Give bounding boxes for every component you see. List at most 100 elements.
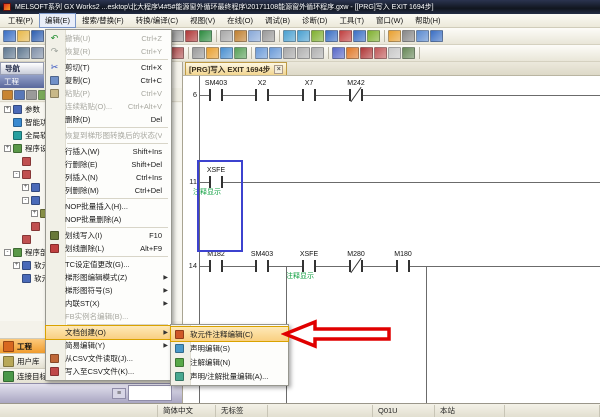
tree-expand-icon[interactable]: +	[31, 210, 38, 217]
toolbar-icon[interactable]	[311, 30, 324, 42]
toolbar-icon[interactable]	[283, 47, 296, 59]
toolbar-icon[interactable]	[3, 47, 16, 59]
tree-expand-icon[interactable]: +	[4, 106, 11, 113]
toolbar-icon[interactable]	[234, 30, 247, 42]
toolbar-icon[interactable]	[171, 30, 184, 42]
toolbar-icon[interactable]	[402, 30, 415, 42]
toolbar-icon[interactable]	[248, 30, 261, 42]
toolbar-icon[interactable]	[367, 30, 380, 42]
contact-normally-closed[interactable]	[349, 260, 363, 272]
contact-normally-open[interactable]	[255, 89, 269, 101]
toolbar-icon[interactable]	[185, 30, 198, 42]
menu-item-generic[interactable]: 列插入(N) Ctrl+Ins	[46, 171, 171, 184]
menu-item-generic[interactable]: 复制(C) Ctrl+C	[46, 74, 171, 87]
toolbar-icon[interactable]	[332, 47, 345, 59]
submenu-item-device-comment-edit[interactable]: 软元件注释编辑(C)	[170, 326, 289, 342]
toolbar-icon[interactable]	[297, 30, 310, 42]
contact-normally-open[interactable]	[255, 260, 269, 272]
menu-item-generic[interactable]: 写入至CSV文件(K)...	[46, 365, 171, 378]
nav-toolbar-icon[interactable]	[14, 89, 25, 100]
toolbar-icon[interactable]	[297, 47, 310, 59]
menu-bar-item[interactable]: 视图(V)	[184, 13, 221, 28]
menu-bar-item[interactable]: 在线(O)	[221, 13, 259, 28]
toolbar-icon[interactable]	[220, 30, 233, 42]
splitter-button[interactable]: ≡	[112, 388, 126, 399]
menu-item-generic[interactable]: ↷ 恢复(R) Ctrl+Y	[46, 45, 171, 58]
menu-item-generic[interactable]: 行插入(W) Shift+Ins	[46, 145, 171, 158]
document-tab[interactable]: [PRG]写入 EXIT 1694步 ×	[185, 62, 288, 75]
menu-bar-item[interactable]: 转换/编译(C)	[130, 13, 185, 28]
toolbar-icon[interactable]	[171, 47, 184, 59]
tab-close-icon[interactable]: ×	[274, 64, 284, 74]
menu-bar-item[interactable]: 调试(B)	[259, 13, 296, 28]
menu-bar-item[interactable]: 搜索/替换(F)	[76, 13, 130, 28]
toolbar-icon[interactable]	[234, 47, 247, 59]
menu-item-generic[interactable]: 从CSV文件读取(J)...	[46, 352, 171, 365]
menu-item-generic[interactable]: 梯形图编辑模式(Z) ▶	[46, 271, 171, 284]
submenu-item[interactable]: 注解编辑(N)	[171, 355, 288, 369]
toolbar-icon[interactable]	[325, 30, 338, 42]
toolbar-icon[interactable]	[31, 47, 44, 59]
toolbar-icon[interactable]	[262, 30, 275, 42]
menu-item-generic[interactable]: ↶ 撤销(U) Ctrl+Z	[46, 32, 171, 45]
tree-expand-icon[interactable]: +	[13, 262, 20, 269]
menu-item-generic[interactable]: NOP批量删除(A)	[46, 213, 171, 226]
toolbar-icon[interactable]	[199, 30, 212, 42]
menu-bar-item[interactable]: 工具(T)	[333, 13, 370, 28]
toolbar-icon[interactable]	[206, 47, 219, 59]
submenu-item[interactable]: 声明/注解批量编辑(A)...	[171, 369, 288, 383]
toolbar-icon[interactable]	[17, 30, 30, 42]
tree-expand-icon[interactable]: -	[22, 197, 29, 204]
toolbar-icon[interactable]	[353, 30, 366, 42]
toolbar-icon[interactable]	[311, 47, 324, 59]
menu-item-generic[interactable]: 删除(D) Del	[46, 113, 171, 126]
menu-item-generic[interactable]: 恢复到梯形图转换后的状态(V)	[46, 129, 171, 142]
menu-item-generic[interactable]: 列删除(M) Ctrl+Del	[46, 184, 171, 197]
tree-expand-icon[interactable]: -	[13, 171, 20, 178]
contact-normally-open[interactable]	[396, 260, 410, 272]
menu-item-generic[interactable]: FB实例名编辑(B)...	[46, 310, 171, 323]
toolbar-icon[interactable]	[255, 47, 268, 59]
menu-item-document-creation[interactable]: 文档创建(O) ▶	[45, 325, 172, 340]
menu-bar-item[interactable]: 诊断(D)	[296, 13, 333, 28]
tree-expand-icon[interactable]: -	[4, 249, 11, 256]
menu-item-generic[interactable]: 内联ST(X) ▶	[46, 297, 171, 310]
toolbar-icon[interactable]	[430, 30, 443, 42]
toolbar-icon[interactable]	[220, 47, 233, 59]
menu-item-generic[interactable]: 行删除(E) Shift+Del	[46, 158, 171, 171]
tree-expand-icon[interactable]: +	[4, 145, 11, 152]
toolbar-icon[interactable]	[17, 47, 30, 59]
menu-bar-item[interactable]: 工程(P)	[2, 13, 39, 28]
menu-bar-item[interactable]: 窗口(W)	[370, 13, 409, 28]
toolbar-icon[interactable]	[283, 30, 296, 42]
menu-item-generic[interactable]: 简易编辑(Y) ▶	[46, 339, 171, 352]
menu-item-generic[interactable]: NOP批量插入(H)...	[46, 200, 171, 213]
toolbar-icon[interactable]	[339, 30, 352, 42]
toolbar-icon[interactable]	[31, 30, 44, 42]
menu-item-generic[interactable]: 连续粘贴(O)... Ctrl+Alt+V	[46, 100, 171, 113]
menu-item-generic[interactable]: 粘贴(P) Ctrl+V	[46, 87, 171, 100]
tree-expand-icon[interactable]: +	[22, 184, 29, 191]
contact-normally-open[interactable]	[209, 260, 223, 272]
menu-bar-item[interactable]: 帮助(H)	[409, 13, 446, 28]
menu-item-generic[interactable]: ✂ 剪切(T) Ctrl+X	[46, 61, 171, 74]
menu-item-generic[interactable]: 划线写入(I) F10	[46, 229, 171, 242]
menu-item-generic[interactable]: 划线删除(L) Alt+F9	[46, 242, 171, 255]
submenu-item[interactable]: 声明编辑(S)	[171, 341, 288, 355]
toolbar-icon[interactable]	[269, 47, 282, 59]
toolbar-icon[interactable]	[416, 30, 429, 42]
contact-normally-open[interactable]	[209, 89, 223, 101]
toolbar-icon[interactable]	[360, 47, 373, 59]
toolbar-icon[interactable]	[402, 47, 415, 59]
toolbar-icon[interactable]	[388, 30, 401, 42]
contact-normally-closed[interactable]	[349, 89, 363, 101]
menu-bar-item[interactable]: 编辑(E)	[39, 13, 76, 28]
nav-toolbar-icon[interactable]	[2, 89, 13, 100]
project-tree-tab[interactable]: 工程	[0, 75, 44, 88]
nav-toolbar-icon[interactable]	[26, 89, 37, 100]
contact-normally-open[interactable]	[302, 89, 316, 101]
toolbar-icon[interactable]	[346, 47, 359, 59]
toolbar-icon[interactable]	[374, 47, 387, 59]
menu-item-generic[interactable]: 梯形图符号(S) ▶	[46, 284, 171, 297]
toolbar-icon[interactable]	[192, 47, 205, 59]
